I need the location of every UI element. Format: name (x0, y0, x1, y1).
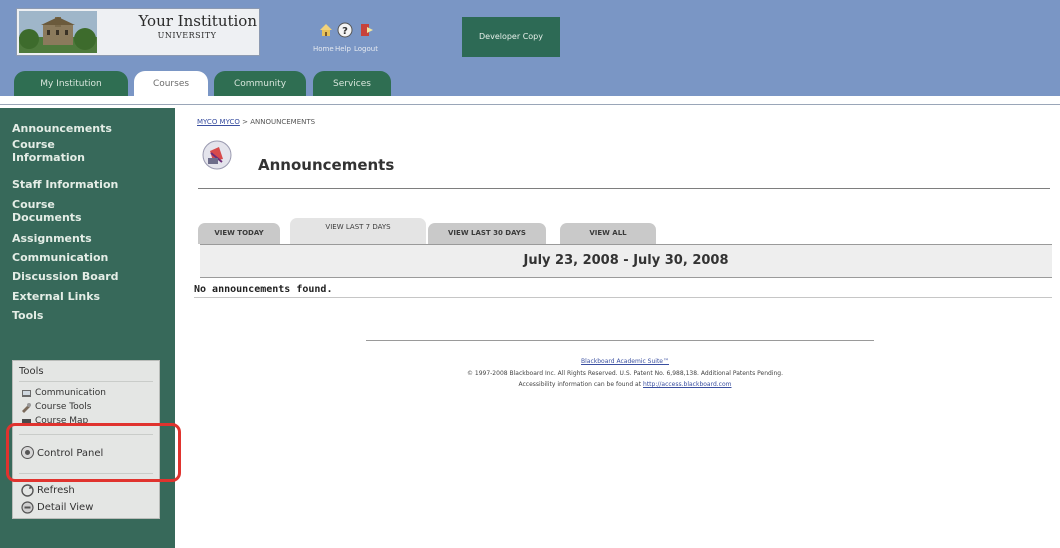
menu-external-links[interactable]: External Links (12, 290, 100, 303)
nav-strip (0, 96, 1060, 105)
breadcrumb: MYCO MYCO > ANNOUNCEMENTS (197, 118, 315, 126)
announcements-icon (202, 140, 232, 170)
breadcrumb-separator: > (242, 118, 248, 126)
tab-view-today[interactable]: VIEW TODAY (198, 223, 280, 244)
help-icon[interactable]: ? (337, 22, 353, 38)
home-icon[interactable] (318, 22, 334, 38)
menu-assignments[interactable]: Assignments (12, 232, 92, 245)
menu-staff-information[interactable]: Staff Information (12, 178, 118, 191)
menu-course-documents[interactable]: Course Documents (12, 198, 132, 224)
developer-copy-badge: Developer Copy (462, 17, 560, 57)
svg-text:?: ? (342, 26, 348, 37)
content-divider (194, 297, 1052, 298)
menu-announcements[interactable]: Announcements (12, 122, 112, 135)
tab-view-last-7-days[interactable]: VIEW LAST 7 DAYS (290, 218, 426, 244)
footer-accessibility: Accessibility information can be found a… (190, 381, 1060, 388)
menu-communication[interactable]: Communication (12, 251, 108, 264)
detail-view-icon (21, 501, 34, 514)
footer-copyright: © 1997-2008 Blackboard Inc. All Rights R… (466, 370, 784, 377)
tools-box-title: Tools (19, 366, 44, 377)
communication-icon (22, 390, 31, 397)
control-panel-highlight (6, 423, 181, 482)
tool-refresh[interactable]: Refresh (37, 485, 75, 496)
tools-divider (19, 381, 153, 382)
tab-view-last-30-days[interactable]: VIEW LAST 30 DAYS (428, 223, 546, 244)
header-bar: Your Institution UNIVERSITY ? Home Help … (0, 0, 1060, 62)
home-label[interactable]: Home (313, 45, 334, 53)
tool-communication[interactable]: Communication (35, 388, 106, 398)
logout-icon[interactable] (358, 22, 374, 38)
tab-my-institution[interactable]: My Institution (14, 71, 128, 96)
help-label[interactable]: Help (335, 45, 351, 53)
menu-course-information[interactable]: Course Information (12, 138, 132, 164)
tab-row: My Institution Courses Community Service… (0, 62, 1060, 96)
page-title: Announcements (258, 156, 395, 174)
footer-divider (366, 340, 874, 341)
institution-logo[interactable]: Your Institution UNIVERSITY (16, 8, 260, 56)
tab-view-all[interactable]: VIEW ALL (560, 223, 656, 244)
tool-detail-view[interactable]: Detail View (37, 502, 93, 513)
tool-course-tools[interactable]: Course Tools (35, 402, 91, 412)
main-content: MYCO MYCO > ANNOUNCEMENTS Announcements … (190, 108, 1060, 548)
course-tools-icon (22, 403, 31, 413)
tab-community[interactable]: Community (214, 71, 306, 96)
logo-subtitle: UNIVERSITY (157, 31, 217, 40)
date-range-bar: July 23, 2008 - July 30, 2008 (200, 244, 1052, 278)
logo-title: Your Institution (138, 12, 257, 30)
title-divider (198, 188, 1050, 189)
footer-accessibility-link[interactable]: http://access.blackboard.com (643, 381, 731, 388)
tab-services[interactable]: Services (313, 71, 391, 96)
menu-discussion-board[interactable]: Discussion Board (12, 270, 119, 283)
breadcrumb-current: ANNOUNCEMENTS (250, 118, 316, 126)
empty-message: No announcements found. (194, 284, 333, 295)
footer-product-link[interactable]: Blackboard Academic Suite™ (190, 358, 1060, 365)
menu-tools[interactable]: Tools (12, 309, 43, 322)
date-range: July 23, 2008 - July 30, 2008 (523, 253, 729, 268)
refresh-icon (21, 484, 34, 497)
course-menu: Announcements Course Information Staff I… (0, 108, 175, 548)
footer-accessibility-text: Accessibility information can be found a… (518, 381, 642, 388)
breadcrumb-link[interactable]: MYCO MYCO (197, 118, 240, 126)
logout-label[interactable]: Logout (354, 45, 378, 53)
tab-courses[interactable]: Courses (134, 71, 208, 96)
campus-building-icon (19, 11, 97, 53)
